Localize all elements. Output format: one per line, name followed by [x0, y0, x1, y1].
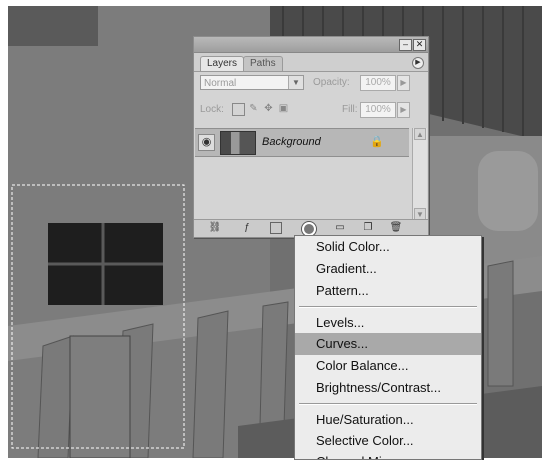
- layer-row[interactable]: ◉ Background 🔒: [195, 128, 409, 157]
- menu-item-brightness-contrast[interactable]: Brightness/Contrast...: [295, 377, 481, 399]
- adjustment-layer-menu: Solid Color... Gradient... Pattern... Le…: [294, 235, 482, 460]
- minimize-icon[interactable]: –: [399, 39, 412, 51]
- palette-tabs: Layers Paths ▶: [194, 53, 428, 72]
- blend-mode-value: Normal: [204, 78, 237, 89]
- menu-item-gradient[interactable]: Gradient...: [295, 258, 481, 280]
- opacity-field[interactable]: 100%: [360, 75, 396, 91]
- layer-mask-icon[interactable]: [270, 222, 282, 234]
- fill-arrow-icon[interactable]: ▶: [397, 102, 410, 118]
- chevron-down-icon[interactable]: ▼: [288, 76, 303, 89]
- layer-name: Background: [262, 136, 321, 148]
- link-layers-icon[interactable]: ⛓: [208, 222, 222, 234]
- lock-icon: 🔒: [370, 136, 384, 148]
- lock-all-icon[interactable]: ▣: [278, 103, 289, 114]
- menu-item-color-balance[interactable]: Color Balance...: [295, 355, 481, 377]
- menu-item-pattern[interactable]: Pattern...: [295, 280, 481, 302]
- menu-separator: [299, 403, 477, 405]
- blend-mode-select[interactable]: Normal ▼: [200, 75, 304, 90]
- lock-position-icon[interactable]: ✥: [263, 103, 274, 114]
- layers-scrollbar[interactable]: ▲ ▼: [412, 128, 427, 220]
- lock-row: Lock: ✎ ✥ ▣ Fill: 100% ▶: [194, 99, 428, 121]
- layers-palette: – ✕ Layers Paths ▶ Normal ▼ Opacity: 100…: [193, 36, 429, 238]
- eye-icon[interactable]: ◉: [198, 134, 215, 151]
- lock-transparency-icon[interactable]: [232, 103, 245, 116]
- palette-menu-icon[interactable]: ▶: [412, 57, 424, 69]
- layer-style-icon[interactable]: ƒ: [240, 222, 254, 234]
- scroll-up-icon[interactable]: ▲: [414, 128, 426, 140]
- new-layer-icon[interactable]: ❐: [361, 222, 375, 234]
- fill-label: Fill:: [342, 104, 358, 115]
- menu-item-levels[interactable]: Levels...: [295, 312, 481, 334]
- fill-field[interactable]: 100%: [360, 102, 396, 118]
- menu-item-curves[interactable]: Curves...: [295, 333, 481, 355]
- opacity-arrow-icon[interactable]: ▶: [397, 75, 410, 91]
- palette-titlebar[interactable]: – ✕: [194, 37, 428, 53]
- new-group-icon[interactable]: ▭: [333, 222, 347, 234]
- tab-layers[interactable]: Layers: [200, 56, 245, 71]
- opacity-label: Opacity:: [313, 77, 350, 88]
- lock-pixels-icon[interactable]: ✎: [248, 103, 259, 114]
- lock-label: Lock:: [200, 104, 224, 115]
- menu-item-hue-saturation[interactable]: Hue/Saturation...: [295, 409, 481, 431]
- layer-thumbnail: [220, 131, 256, 155]
- menu-item-selective-color[interactable]: Selective Color...: [295, 430, 481, 452]
- close-icon[interactable]: ✕: [413, 39, 426, 51]
- trash-icon[interactable]: 🗑: [389, 222, 403, 234]
- menu-separator: [299, 306, 477, 308]
- menu-item-channel-mixer[interactable]: Channel Mixer...: [295, 451, 481, 459]
- tab-paths[interactable]: Paths: [243, 56, 283, 71]
- adjustment-layer-icon[interactable]: [302, 222, 316, 236]
- blend-row: Normal ▼ Opacity: 100% ▶: [194, 72, 428, 94]
- menu-item-solid-color[interactable]: Solid Color...: [295, 236, 481, 258]
